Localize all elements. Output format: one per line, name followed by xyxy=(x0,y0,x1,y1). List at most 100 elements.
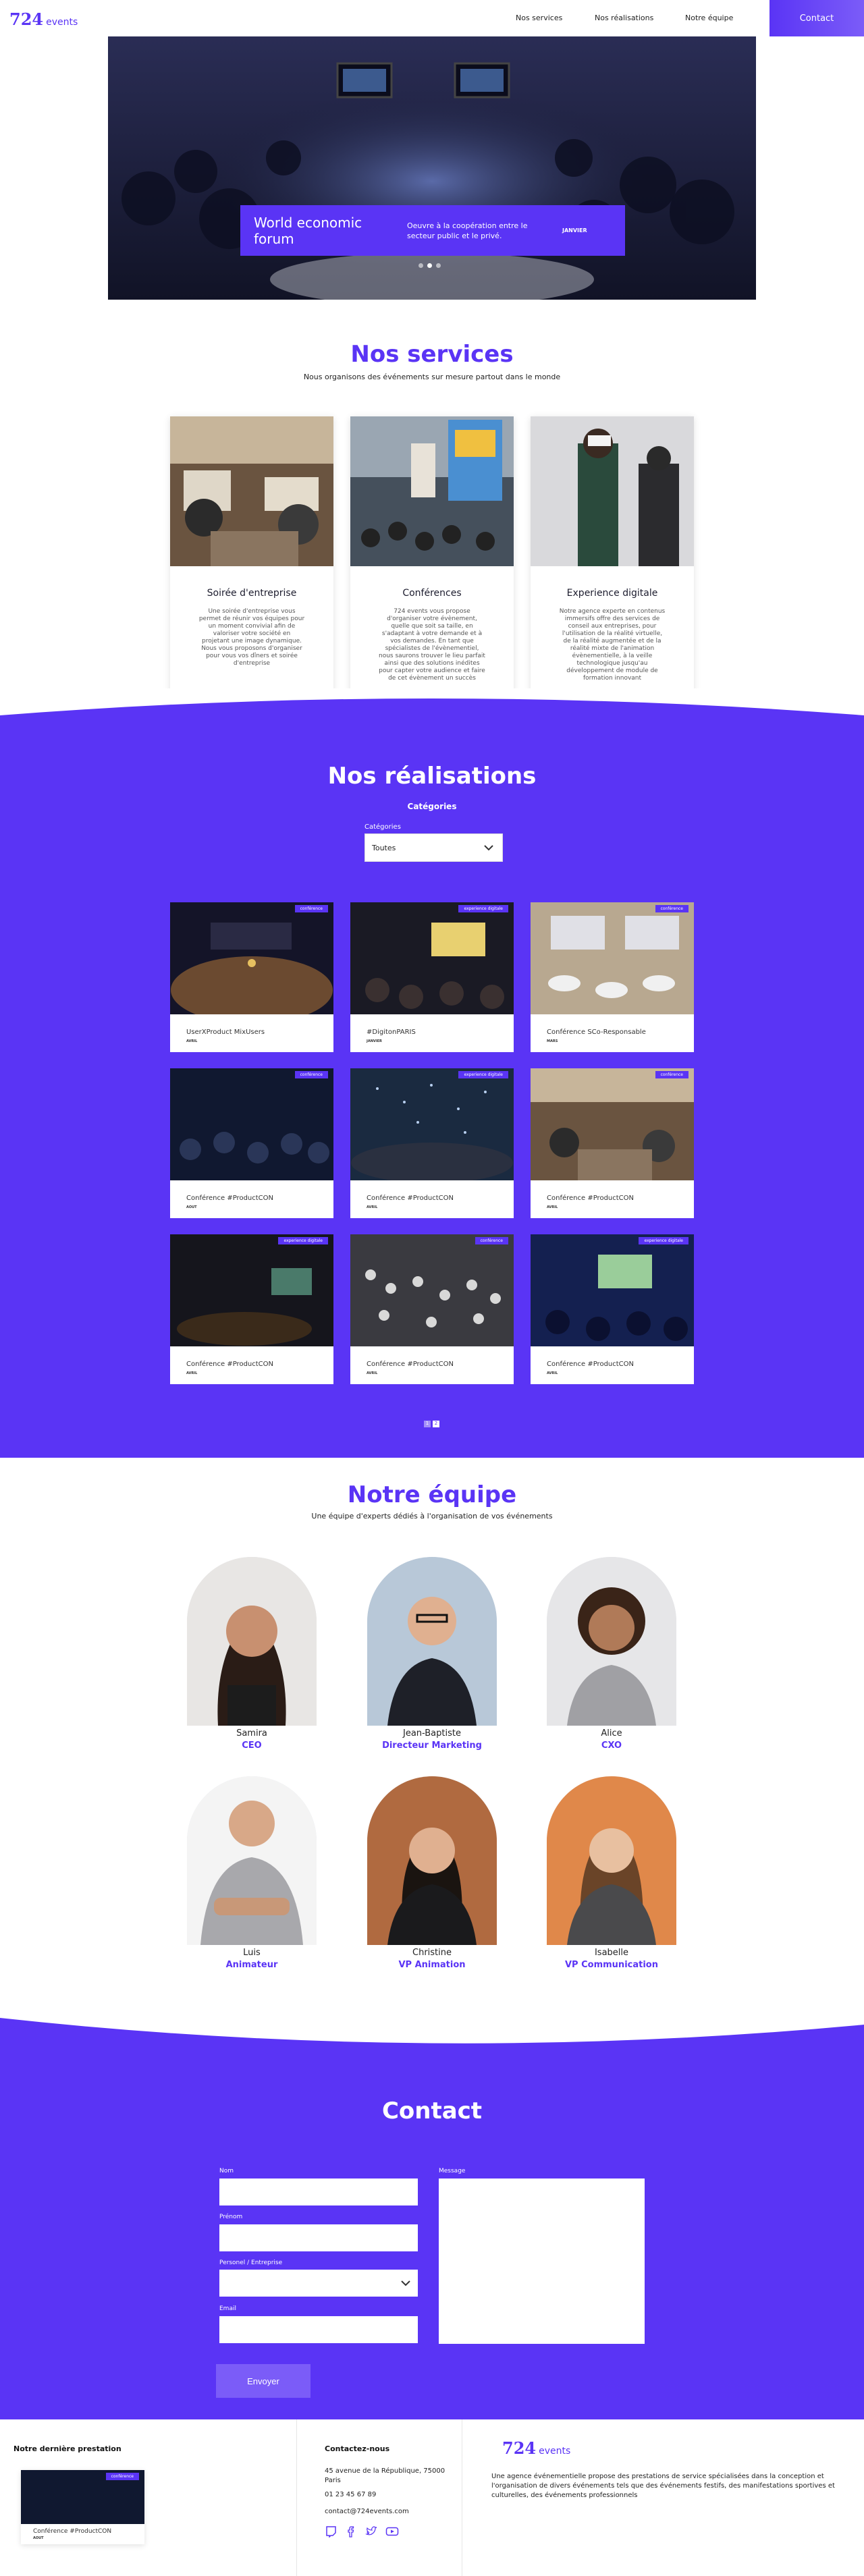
event-tag: experience digitale xyxy=(458,905,508,912)
member-name: Samira xyxy=(236,1728,267,1738)
team-member: Luis Animateur xyxy=(184,1776,319,1970)
footer-about: Une agence événementielle propose des pr… xyxy=(491,2473,835,2499)
team-subtitle: Une équipe d'experts dédiés à l'organisa… xyxy=(311,1512,553,1520)
event-date: MARS xyxy=(547,1039,558,1043)
footer-last-title: Notre dernière prestation xyxy=(14,2444,122,2453)
footer: Notre dernière prestation conférence Con… xyxy=(0,2419,864,2576)
member-name: Christine xyxy=(412,1948,452,1958)
chevron-down-icon xyxy=(401,2280,410,2286)
event-title: Conférence #ProductCON xyxy=(186,1195,274,1202)
nav-contact-button[interactable]: Contact xyxy=(770,0,864,36)
event-tag: conférence xyxy=(475,1237,508,1244)
categories-select-value: Toutes xyxy=(372,843,396,852)
event-image xyxy=(531,1068,694,1180)
nav-link-services[interactable]: Nos services xyxy=(516,13,562,22)
member-photo xyxy=(187,1557,317,1726)
footer-address-1: 45 avenue de la République, 75000 xyxy=(325,2467,446,2475)
member-photo xyxy=(367,1776,497,1945)
service-text: 724 events vous propose d'organiser votr… xyxy=(379,608,485,682)
event-date: AVRIL xyxy=(367,1371,378,1375)
member-role: CXO xyxy=(601,1741,622,1751)
services-title: Nos services xyxy=(350,341,514,368)
name-field[interactable] xyxy=(219,2178,418,2205)
twitter-icon[interactable] xyxy=(365,2525,377,2538)
services-subtitle: Nous organisons des événements sur mesur… xyxy=(303,373,561,381)
event-date: AVRIL xyxy=(547,1205,558,1209)
service-text: Notre agence experte en contenus immersi… xyxy=(559,608,666,682)
event-title: Conférence #ProductCON xyxy=(33,2528,112,2535)
footer-phone[interactable]: 01 23 45 67 89 xyxy=(325,2490,376,2500)
team-member: Samira CEO xyxy=(184,1557,319,1751)
contact-section xyxy=(0,2018,864,2423)
logo-number: 724 xyxy=(9,9,44,29)
event-tag: conférence xyxy=(294,905,328,912)
member-role: CEO xyxy=(242,1741,262,1751)
footer-address-2: Paris xyxy=(325,2477,341,2484)
logo-number: 724 xyxy=(502,2438,537,2458)
event-card[interactable]: experience digitale #DigitonPARIS JANVIE… xyxy=(350,902,514,1052)
firstname-field[interactable] xyxy=(219,2224,418,2251)
event-card[interactable]: conférence Conférence SCo-Responsable MA… xyxy=(531,902,694,1052)
event-image xyxy=(350,1068,514,1180)
nav-link-realisations[interactable]: Nos réalisations xyxy=(595,13,653,22)
service-text: Une soirée d'entreprise vous permet de r… xyxy=(198,608,305,667)
chevron-down-icon xyxy=(484,845,493,851)
event-title: Conférence #ProductCON xyxy=(547,1195,634,1202)
event-image xyxy=(170,1234,333,1346)
event-date: AVRIL xyxy=(186,1371,198,1375)
slider-dots xyxy=(418,263,441,268)
service-image xyxy=(350,416,514,566)
team-member: Christine VP Animation xyxy=(364,1776,500,1970)
page-button-active[interactable]: 2 xyxy=(433,1421,439,1427)
event-card[interactable]: experience digitale Conférence #ProductC… xyxy=(170,1234,333,1384)
youtube-icon[interactable] xyxy=(385,2525,399,2538)
social-icons xyxy=(325,2525,399,2538)
event-date: JANVIER xyxy=(367,1039,382,1043)
type-select[interactable] xyxy=(219,2270,418,2297)
event-card[interactable]: experience digitale Conférence #ProductC… xyxy=(531,1234,694,1384)
categories-select[interactable]: Toutes xyxy=(364,833,503,862)
member-role: VP Animation xyxy=(398,1960,466,1970)
event-image xyxy=(350,902,514,1014)
twitch-icon[interactable] xyxy=(325,2525,337,2538)
event-card[interactable]: experience digitale Conférence #ProductC… xyxy=(350,1068,514,1218)
event-card[interactable]: conférence Conférence #ProductCON AVRIL xyxy=(350,1234,514,1384)
last-event-card[interactable]: conférence Conférence #ProductCON AOUT xyxy=(21,2470,144,2544)
event-image xyxy=(170,902,333,1014)
event-title: #DigitonPARIS xyxy=(367,1029,416,1036)
categories-heading: Catégories xyxy=(407,802,457,811)
event-card[interactable]: conférence Conférence #ProductCON AOUT xyxy=(170,1068,333,1218)
logo-word: events xyxy=(539,2446,571,2457)
hero-caption-card[interactable]: World economic forum Oeuvre à la coopéra… xyxy=(240,205,625,256)
slider-dot[interactable] xyxy=(418,263,423,268)
email-field[interactable] xyxy=(219,2316,418,2343)
send-button[interactable]: Envoyer xyxy=(216,2364,310,2398)
team-member: Alice CXO xyxy=(544,1557,679,1751)
field-label: Email xyxy=(219,2305,236,2312)
nav-link-equipe[interactable]: Notre équipe xyxy=(685,13,733,22)
realisations-title: Nos réalisations xyxy=(327,763,537,790)
team-member: Isabelle VP Communication xyxy=(544,1776,679,1970)
event-tag: conférence xyxy=(655,1071,688,1078)
event-image xyxy=(531,1234,694,1346)
logo[interactable]: 724 events xyxy=(9,9,78,29)
slider-dot-active[interactable] xyxy=(427,263,432,268)
event-card[interactable]: conférence Conférence #ProductCON AVRIL xyxy=(531,1068,694,1218)
footer-contact-title: Contactez-nous xyxy=(325,2444,390,2453)
event-card[interactable]: conférence UserXProduct MixUsers AVRIL xyxy=(170,902,333,1052)
facebook-icon[interactable] xyxy=(345,2525,357,2538)
hero-date: JANVIER xyxy=(562,227,587,234)
page-button[interactable]: 1 xyxy=(424,1421,431,1427)
message-field[interactable] xyxy=(439,2178,645,2344)
member-photo xyxy=(187,1776,317,1945)
event-title: Conférence #ProductCON xyxy=(186,1361,274,1368)
team-member: Jean-Baptiste Directeur Marketing xyxy=(364,1557,500,1751)
event-image xyxy=(170,1068,333,1180)
service-card: Soirée d'entreprise Une soirée d'entrepr… xyxy=(170,416,333,701)
footer-logo[interactable]: 724 events xyxy=(502,2438,570,2458)
member-name: Jean-Baptiste xyxy=(403,1728,461,1738)
service-image xyxy=(170,416,333,566)
slider-dot[interactable] xyxy=(436,263,441,268)
categories-select-label: Catégories xyxy=(364,823,401,831)
footer-email[interactable]: contact@724events.com xyxy=(325,2507,409,2517)
